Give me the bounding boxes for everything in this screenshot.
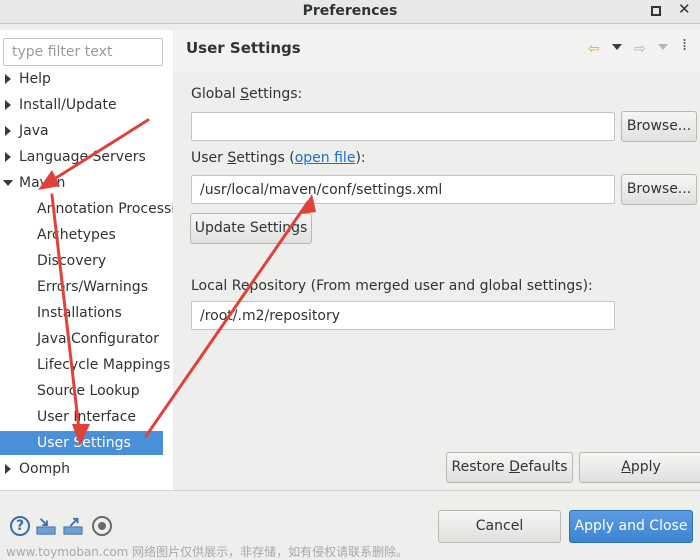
update-settings-button[interactable]: Update Settings	[190, 213, 312, 244]
tree-item-label: Errors/Warnings	[37, 279, 148, 295]
tree-item-label: Language Servers	[19, 149, 146, 165]
tree-item-maven[interactable]: Maven	[0, 171, 173, 195]
collapse-arrow-icon[interactable]	[3, 180, 13, 186]
filter-input[interactable]	[3, 38, 163, 66]
tree-item-label: Annotation Processi	[37, 201, 173, 217]
expand-arrow-icon[interactable]	[5, 126, 11, 136]
tree-item-language-servers[interactable]: Language Servers	[0, 145, 173, 169]
tree-item-label: Install/Update	[19, 97, 117, 113]
tree-item-lifecycle-mappings[interactable]: Lifecycle Mappings	[0, 353, 173, 377]
export-icon[interactable]	[63, 516, 83, 536]
forward-arrow-icon[interactable]: ⇨	[634, 42, 646, 56]
tree-item-label: Java	[19, 123, 49, 139]
help-icon[interactable]: ?	[10, 516, 30, 536]
tree-item-errors-warnings[interactable]: Errors/Warnings	[0, 275, 173, 299]
watermark-text: www.toymoban.com 网络图片仅供展示，非存储，如有侵权请联系删除。	[6, 545, 409, 559]
tree-item-install-update[interactable]: Install/Update	[0, 93, 173, 117]
close-icon[interactable]: ✕	[678, 2, 691, 17]
tree-item-java-configurator[interactable]: Java Configurator	[0, 327, 173, 351]
tree-item-discovery[interactable]: Discovery	[0, 249, 173, 273]
tree-item-oomph[interactable]: Oomph	[0, 457, 173, 481]
page-title: User Settings	[186, 39, 301, 57]
tree-item-label: User Interface	[37, 409, 137, 425]
cancel-button[interactable]: Cancel	[438, 510, 561, 543]
back-dropdown-icon[interactable]	[612, 44, 622, 50]
user-settings-label: User Settings (open file):	[191, 150, 366, 166]
tree-item-label: Source Lookup	[37, 383, 140, 399]
import-icon[interactable]	[36, 516, 56, 536]
apply-and-close-button[interactable]: Apply and Close	[569, 510, 693, 543]
tree-item-label: Oomph	[19, 461, 70, 477]
tree-item-label: Lifecycle Mappings	[37, 357, 171, 373]
restore-defaults-button[interactable]: Restore Defaults	[446, 452, 573, 483]
view-menu-icon[interactable]: ⁞	[682, 37, 687, 53]
tree-item-label: Installations	[37, 305, 122, 321]
tree-item-help[interactable]: Help	[0, 67, 173, 91]
tree-item-source-lookup[interactable]: Source Lookup	[0, 379, 173, 403]
expand-arrow-icon[interactable]	[5, 74, 11, 84]
back-arrow-icon[interactable]: ⇦	[588, 42, 600, 56]
tree-item-java[interactable]: Java	[0, 119, 173, 143]
tree-item-label: Help	[19, 71, 51, 87]
maximize-icon[interactable]	[651, 6, 661, 16]
expand-arrow-icon[interactable]	[5, 152, 11, 162]
global-settings-input[interactable]	[191, 112, 615, 141]
user-settings-input[interactable]	[191, 175, 615, 204]
preference-page: User Settings ⇦ ⇨ ⁞ Global Settings: Bro…	[174, 30, 700, 490]
local-repository-label: Local Repository (From merged user and g…	[191, 278, 593, 294]
tree-item-label: Java Configurator	[37, 331, 159, 347]
tree-item-archetypes[interactable]: Archetypes	[0, 223, 173, 247]
local-repository-input[interactable]	[191, 301, 615, 330]
tree-item-user-settings[interactable]: User Settings	[0, 431, 163, 455]
window-title: Preferences	[302, 3, 398, 19]
tree-item-label: Maven	[19, 175, 66, 191]
user-browse-button[interactable]: Browse...	[621, 174, 697, 205]
global-settings-label: Global Settings:	[191, 86, 303, 102]
tree-item-label: Discovery	[37, 253, 107, 269]
preferences-tree-pane: Help Install/Update Java Language Server…	[0, 30, 173, 490]
open-file-link[interactable]: open file	[295, 150, 356, 166]
tree-item-label: User Settings	[37, 435, 131, 451]
tree-item-installations[interactable]: Installations	[0, 301, 173, 325]
title-bar: Preferences ✕	[0, 0, 700, 24]
tree-item-label: Archetypes	[37, 227, 116, 243]
page-header: User Settings ⇦ ⇨ ⁞	[174, 30, 700, 72]
record-icon[interactable]	[92, 516, 112, 536]
apply-button[interactable]: Apply	[579, 452, 700, 483]
forward-dropdown-icon[interactable]	[658, 44, 668, 50]
tree-item-annotation-processing[interactable]: Annotation Processi	[0, 197, 173, 221]
tree-item-user-interface[interactable]: User Interface	[0, 405, 173, 429]
expand-arrow-icon[interactable]	[5, 100, 11, 110]
global-browse-button[interactable]: Browse...	[621, 111, 697, 142]
expand-arrow-icon[interactable]	[5, 464, 11, 474]
